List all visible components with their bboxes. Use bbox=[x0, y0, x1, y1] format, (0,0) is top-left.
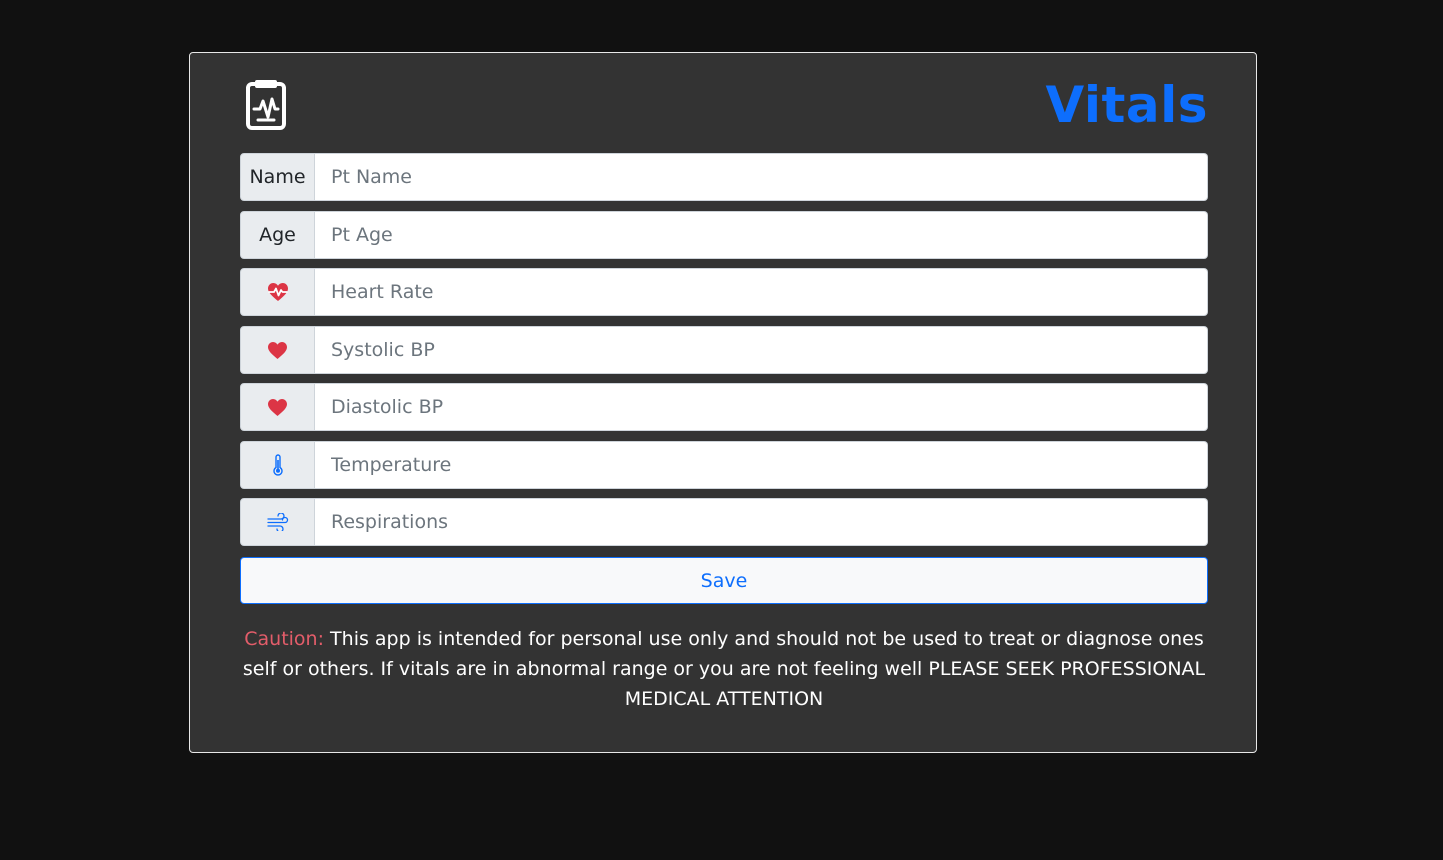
save-button[interactable]: Save bbox=[240, 557, 1208, 604]
caution-text: This app is intended for personal use on… bbox=[242, 628, 1206, 710]
heart-pulse-icon bbox=[267, 283, 288, 301]
diastolic-bp-input[interactable] bbox=[315, 383, 1208, 431]
caution-label: Caution: bbox=[244, 628, 324, 650]
temperature-row bbox=[240, 441, 1208, 489]
name-label: Name bbox=[240, 153, 315, 201]
respirations-addon bbox=[240, 498, 315, 546]
heart-rate-row bbox=[240, 268, 1208, 316]
systolic-bp-addon bbox=[240, 326, 315, 374]
wind-icon bbox=[266, 513, 288, 531]
caution-notice: Caution: This app is intended for person… bbox=[240, 624, 1208, 714]
name-input[interactable] bbox=[315, 153, 1208, 201]
heart-icon bbox=[268, 341, 287, 359]
systolic-bp-input[interactable] bbox=[315, 326, 1208, 374]
diastolic-bp-row bbox=[240, 383, 1208, 431]
page-title: Vitals bbox=[1045, 76, 1208, 134]
age-label: Age bbox=[240, 211, 315, 259]
card-header: Vitals bbox=[240, 76, 1208, 135]
name-row: Name bbox=[240, 153, 1208, 201]
temperature-input[interactable] bbox=[315, 441, 1208, 489]
thermometer-icon bbox=[272, 454, 283, 476]
age-row: Age bbox=[240, 211, 1208, 259]
respirations-input[interactable] bbox=[315, 498, 1208, 546]
systolic-bp-row bbox=[240, 326, 1208, 374]
temperature-addon bbox=[240, 441, 315, 489]
respirations-row bbox=[240, 498, 1208, 546]
heart-icon bbox=[268, 398, 287, 416]
heart-rate-input[interactable] bbox=[315, 268, 1208, 316]
clipboard-pulse-icon bbox=[246, 80, 286, 130]
age-input[interactable] bbox=[315, 211, 1208, 259]
vitals-card: Vitals Name Age bbox=[189, 52, 1257, 753]
heart-rate-addon bbox=[240, 268, 315, 316]
diastolic-bp-addon bbox=[240, 383, 315, 431]
